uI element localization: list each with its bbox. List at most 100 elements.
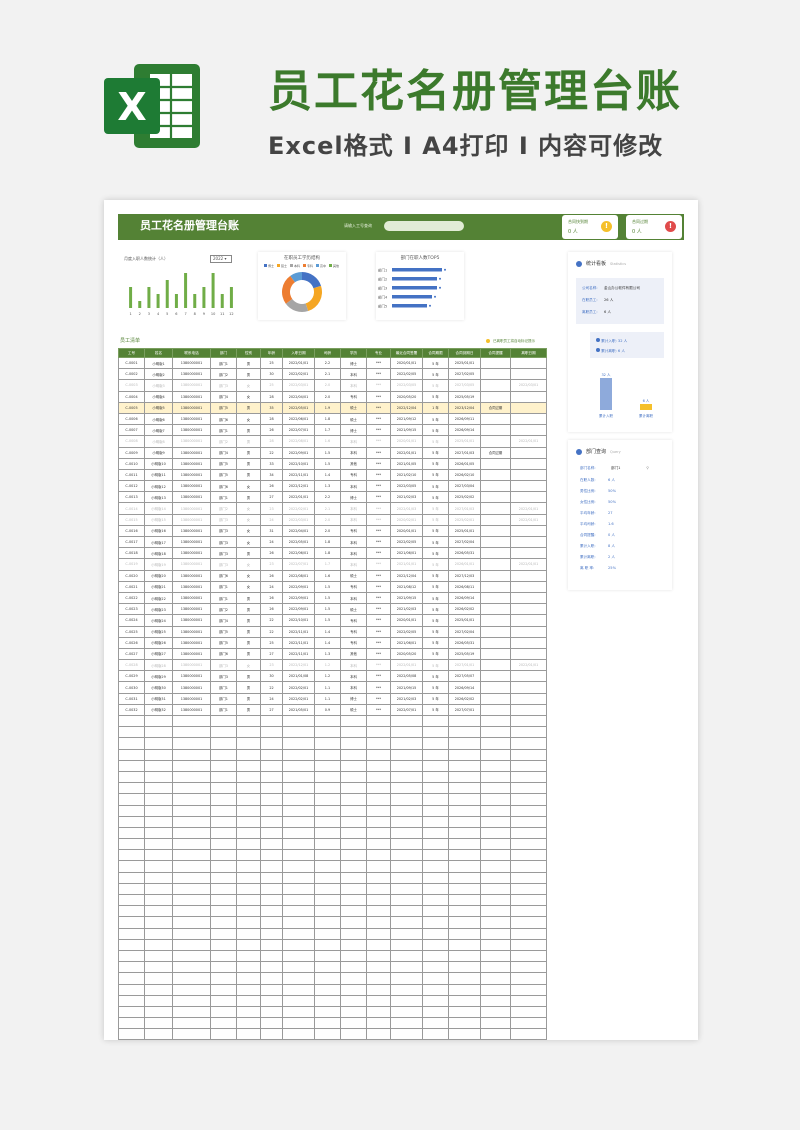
table-cell <box>118 994 145 1007</box>
empty-table-row[interactable] <box>118 927 547 940</box>
month-bar <box>174 294 178 308</box>
table-cell <box>210 938 237 951</box>
table-row[interactable]: C-0029 小明版29 1380000001 部门3 男 30 2021/01/08 1.2… <box>118 670 547 683</box>
table-cell: 2026/01/01 <box>448 558 481 571</box>
table-row[interactable]: C-0001 小明版1 1380000001 部门1 男 25 2022/01/01 2.2 博… <box>118 356 547 370</box>
table-row[interactable]: C-0027 小明版27 1380000001 部门6 男 27 2022/11/01 1.3… <box>118 647 547 661</box>
table-cell <box>510 480 547 493</box>
query-field-row: 合同提醒: 0 人 <box>580 533 615 538</box>
table-cell <box>282 782 315 795</box>
table-cell: 部门2 <box>210 368 237 381</box>
table-row[interactable]: C-0005 小明版5 1380000001 部门5 男 35 2022/05/01 1.9 硕… <box>118 401 547 414</box>
table-row[interactable]: C-0010 小明版10 1380000001 部门5 男 33 2022/10/01 1.5… <box>118 457 547 470</box>
table-cell: 2025/01/01 <box>448 524 481 538</box>
table-row[interactable]: C-0016 小明版16 1380000001 部门3 女 31 2022/04/01 2.0… <box>118 524 547 538</box>
table-cell: C-0022 <box>118 591 145 605</box>
empty-table-row[interactable] <box>118 759 547 772</box>
table-cell <box>314 1005 341 1019</box>
empty-table-row[interactable] <box>118 826 547 840</box>
table-body: C-0001 小明版1 1380000001 部门1 男 25 2022/01/01 2.2 博… <box>118 356 547 1040</box>
table-row[interactable]: C-0008 小明版8 1380000001 部门2 男 28 2022/08/01 1.6 本… <box>118 435 547 448</box>
year-select[interactable]: 2022 ▾ <box>210 255 232 263</box>
empty-table-row[interactable] <box>118 782 547 795</box>
table-row[interactable]: C-0003 小明版3 1380000001 部门3 女 25 2022/03/01 2.0 本… <box>118 379 547 392</box>
empty-table-row[interactable] <box>118 770 547 784</box>
table-cell: 本科 <box>340 670 367 683</box>
department-select[interactable]: 部门1 ⚲ <box>608 464 651 472</box>
table-row[interactable]: C-0028 小明版28 1380000001 部门3 女 23 2022/12/01 1.2… <box>118 659 547 672</box>
table-cell: *** <box>366 390 391 403</box>
table-cell: 小明版14 <box>144 502 173 515</box>
table-row[interactable]: C-0012 小明版12 1380000001 部门6 女 26 2022/12/01 1.3… <box>118 480 547 493</box>
empty-table-row[interactable] <box>118 815 547 828</box>
query-field-label: 合同提醒: <box>580 533 596 537</box>
empty-table-row[interactable] <box>118 938 547 951</box>
table-row[interactable]: C-0030 小明版30 1380000001 部门1 男 22 2022/02/01 1.1… <box>118 681 547 694</box>
table-cell <box>260 759 283 772</box>
table-row[interactable]: C-0013 小明版13 1380000001 部门1 男 27 2022/01/01 2.2… <box>118 491 547 504</box>
empty-table-row[interactable] <box>118 849 547 862</box>
table-cell <box>510 491 547 504</box>
table-row[interactable]: C-0022 小明版22 1380000001 部门1 男 26 2022/09/01 1.5… <box>118 591 547 605</box>
table-row[interactable]: C-0025 小明版25 1380000001 部门5 男 22 2022/11/01 1.4… <box>118 625 547 638</box>
table-row[interactable]: C-0026 小明版26 1380000001 部门5 男 25 2022/11/01 1.4… <box>118 636 547 649</box>
empty-table-row[interactable] <box>118 871 547 884</box>
table-cell: 34 <box>260 468 283 482</box>
table-row[interactable]: C-0019 小明版19 1380000001 部门3 女 23 2022/07/01 1.7… <box>118 558 547 571</box>
table-cell <box>340 1017 367 1030</box>
table-row[interactable]: C-0011 小明版11 1380000001 部门5 男 34 2022/11/01 1.4… <box>118 468 547 482</box>
table-row[interactable]: C-0014 小明版14 1380000001 部门2 女 23 2022/02/01 2.1… <box>118 502 547 515</box>
empty-table-row[interactable] <box>118 726 547 739</box>
table-row[interactable]: C-0009 小明版9 1380000001 部门4 男 22 2022/09/01 1.5 本… <box>118 446 547 459</box>
empty-table-row[interactable] <box>118 860 547 873</box>
empty-table-row[interactable] <box>118 1017 547 1030</box>
table-cell: 2021/02/10 <box>390 468 423 482</box>
empty-table-row[interactable] <box>118 1005 547 1019</box>
table-cell <box>260 1017 283 1030</box>
table-row[interactable]: C-0032 小明版32 1380000001 部门1 男 27 2021/05/01 0.9… <box>118 703 547 717</box>
table-cell <box>480 893 511 907</box>
table-cell: 2026/05/31 <box>448 547 481 560</box>
empty-table-row[interactable] <box>118 893 547 907</box>
empty-table-row[interactable] <box>118 804 547 817</box>
empty-table-row[interactable] <box>118 905 547 918</box>
top5-bar-marker <box>434 295 436 298</box>
table-row[interactable]: C-0007 小明版7 1380000001 部门1 男 26 2022/07/01 1.7 博… <box>118 424 547 437</box>
empty-table-row[interactable] <box>118 737 547 750</box>
error-icon: ! <box>665 221 676 232</box>
table-cell <box>480 379 511 392</box>
table-cell <box>480 614 511 627</box>
table-cell <box>282 893 315 907</box>
table-row[interactable]: C-0031 小明版31 1380000001 部门1 男 24 2022/02/01 1.1… <box>118 692 547 705</box>
table-cell: 2.1 <box>314 368 341 381</box>
table-cell <box>340 882 367 896</box>
empty-table-row[interactable] <box>118 838 547 851</box>
empty-table-row[interactable] <box>118 1028 547 1040</box>
table-row[interactable]: C-0023 小明版23 1380000001 部门2 男 26 2022/09/01 1.5… <box>118 603 547 616</box>
employee-search-input[interactable] <box>384 221 464 231</box>
table-row[interactable]: C-0017 小明版17 1380000001 部门3 女 24 2022/05/01 1.8… <box>118 535 547 549</box>
table-row[interactable]: C-0018 小明版18 1380000001 部门3 男 26 2022/06/01 1.8… <box>118 547 547 560</box>
table-cell <box>448 770 481 784</box>
table-cell: 2026/01/05 <box>448 457 481 470</box>
empty-table-row[interactable] <box>118 961 547 974</box>
table-row[interactable]: C-0024 小明版24 1380000001 部门4 男 22 2022/10/01 1.5… <box>118 614 547 627</box>
empty-table-row[interactable] <box>118 994 547 1007</box>
empty-table-row[interactable] <box>118 916 547 929</box>
table-row[interactable]: C-0002 小明版2 1380000001 部门2 男 30 2022/02/01 2.1 本… <box>118 368 547 381</box>
table-row[interactable]: C-0004 小明版4 1380000001 部门4 女 28 2022/04/01 2.0 专… <box>118 390 547 403</box>
empty-table-row[interactable] <box>118 983 547 996</box>
empty-table-row[interactable] <box>118 882 547 896</box>
empty-table-row[interactable] <box>118 748 547 761</box>
table-cell: 本科 <box>340 558 367 571</box>
table-row[interactable]: C-0020 小明版20 1380000001 部门6 女 26 2022/08/01 1.6… <box>118 569 547 582</box>
table-row[interactable]: C-0021 小明版21 1380000001 部门1 女 24 2022/09/01 1.5… <box>118 580 547 593</box>
table-cell <box>282 916 315 929</box>
table-row[interactable]: C-0006 小明版6 1380000001 部门6 女 28 2022/06/01 1.8 硕… <box>118 412 547 426</box>
empty-table-row[interactable] <box>118 949 547 963</box>
empty-table-row[interactable] <box>118 972 547 985</box>
legend-swatch <box>277 264 280 267</box>
table-row[interactable]: C-0015 小明版15 1380000001 部门3 女 24 2022/03/01 2.0… <box>118 513 547 526</box>
empty-table-row[interactable] <box>118 793 547 806</box>
empty-table-row[interactable] <box>118 714 547 728</box>
